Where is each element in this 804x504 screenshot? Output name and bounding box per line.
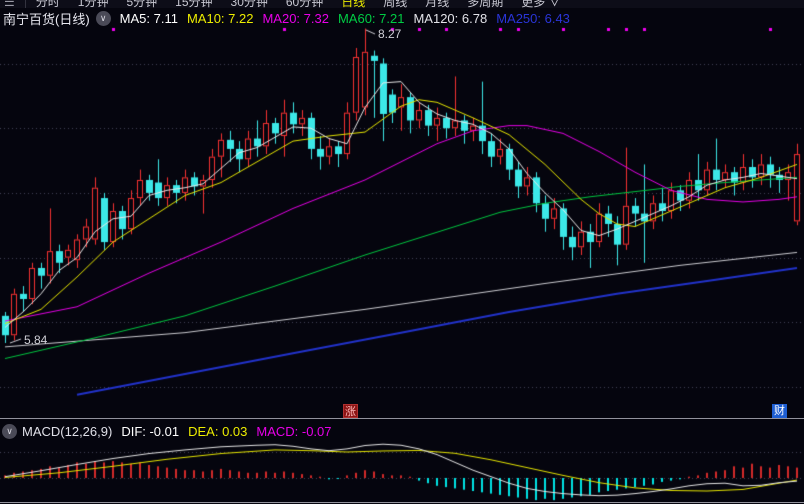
ma-value-label-4: MA120: 6.78 [413, 10, 488, 26]
menu-item-8[interactable]: 月线 [425, 0, 449, 8]
ma-value-label-1: MA10: 7.22 [186, 10, 254, 26]
menu-item-4[interactable]: 30分钟 [231, 0, 268, 8]
ma-value-label-3: MA60: 7.21 [337, 10, 405, 26]
panel-divider [0, 418, 804, 419]
hamburger-icon[interactable]: ☰ [4, 0, 15, 8]
zhang-limit-badge[interactable]: 涨 [343, 404, 358, 418]
macd-value-label-1: DEA: 0.03 [188, 424, 248, 439]
macd-value-label-2: MACD: -0.07 [256, 424, 332, 439]
macd-indicator-name[interactable]: MACD(12,26,9) [22, 424, 112, 439]
menu-item-9[interactable]: 多周期 [467, 0, 503, 8]
low-price-annotation: 5.84 [24, 333, 48, 347]
period-menu-bar: ☰ 分时 1分钟 5分钟 15分钟 30分钟 60分钟 日线 周线 月线 多周期 更多 ∨ [0, 0, 804, 8]
macd-value-label-0: DIF: -0.01 [121, 424, 180, 439]
menu-item-0[interactable]: 分时 [36, 0, 60, 8]
menu-item-1[interactable]: 1分钟 [78, 0, 109, 8]
ma-value-label-0: MA5: 7.11 [119, 10, 178, 26]
high-price-annotation: 8.27 [378, 27, 402, 41]
chart-title-row: 南宁百货(日线) ∨ MA5: 7.11 MA10: 7.22 MA20: 7.32… [3, 9, 570, 27]
menu-item-2[interactable]: 5分钟 [126, 0, 157, 8]
period-menu-items: ☰ 分时 1分钟 5分钟 15分钟 30分钟 60分钟 日线 周线 月线 多周期 更多 ∨ [0, 0, 579, 8]
symbol-title: 南宁百货(日线) [3, 11, 90, 27]
bottom-border [0, 502, 804, 503]
macd-header-row: ∨ MACD(12,26,9) DIF: -0.01 DEA: 0.03 MACD:… [2, 423, 332, 440]
ma-value-label-5: MA250: 6.43 [496, 10, 570, 26]
menu-item-5[interactable]: 60分钟 [286, 0, 323, 8]
menu-divider [24, 0, 26, 8]
ma-value-label-2: MA20: 7.32 [262, 10, 329, 26]
chevron-down-icon[interactable]: ∨ [2, 424, 17, 439]
menu-item-3[interactable]: 15分钟 [175, 0, 212, 8]
menu-item-10[interactable]: 更多 ∨ [521, 0, 560, 8]
chevron-down-icon[interactable]: ∨ [95, 10, 111, 26]
menu-item-6[interactable]: 日线 [341, 0, 365, 8]
finance-badge[interactable]: 财 [772, 404, 787, 418]
menu-item-7[interactable]: 周线 [383, 0, 407, 8]
